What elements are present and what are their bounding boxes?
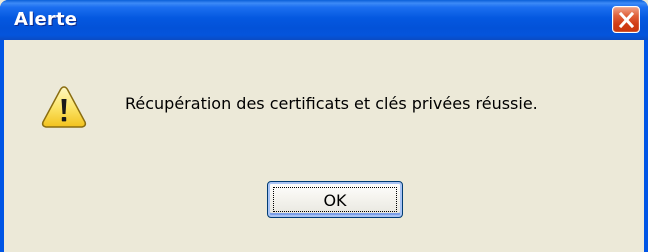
dialog-body: Récupération des certificats et clés pri… [4, 40, 644, 252]
ok-button[interactable]: OK [267, 181, 403, 218]
alert-dialog-window: Alerte Récupération des certificats et c… [0, 0, 648, 252]
close-button[interactable] [612, 6, 640, 33]
title-bar[interactable]: Alerte [0, 0, 648, 40]
close-icon [618, 12, 635, 28]
ok-button-label: OK [323, 191, 347, 210]
window-title: Alerte [14, 9, 78, 30]
warning-icon [40, 84, 88, 135]
alert-message: Récupération des certificats et clés pri… [125, 94, 538, 113]
